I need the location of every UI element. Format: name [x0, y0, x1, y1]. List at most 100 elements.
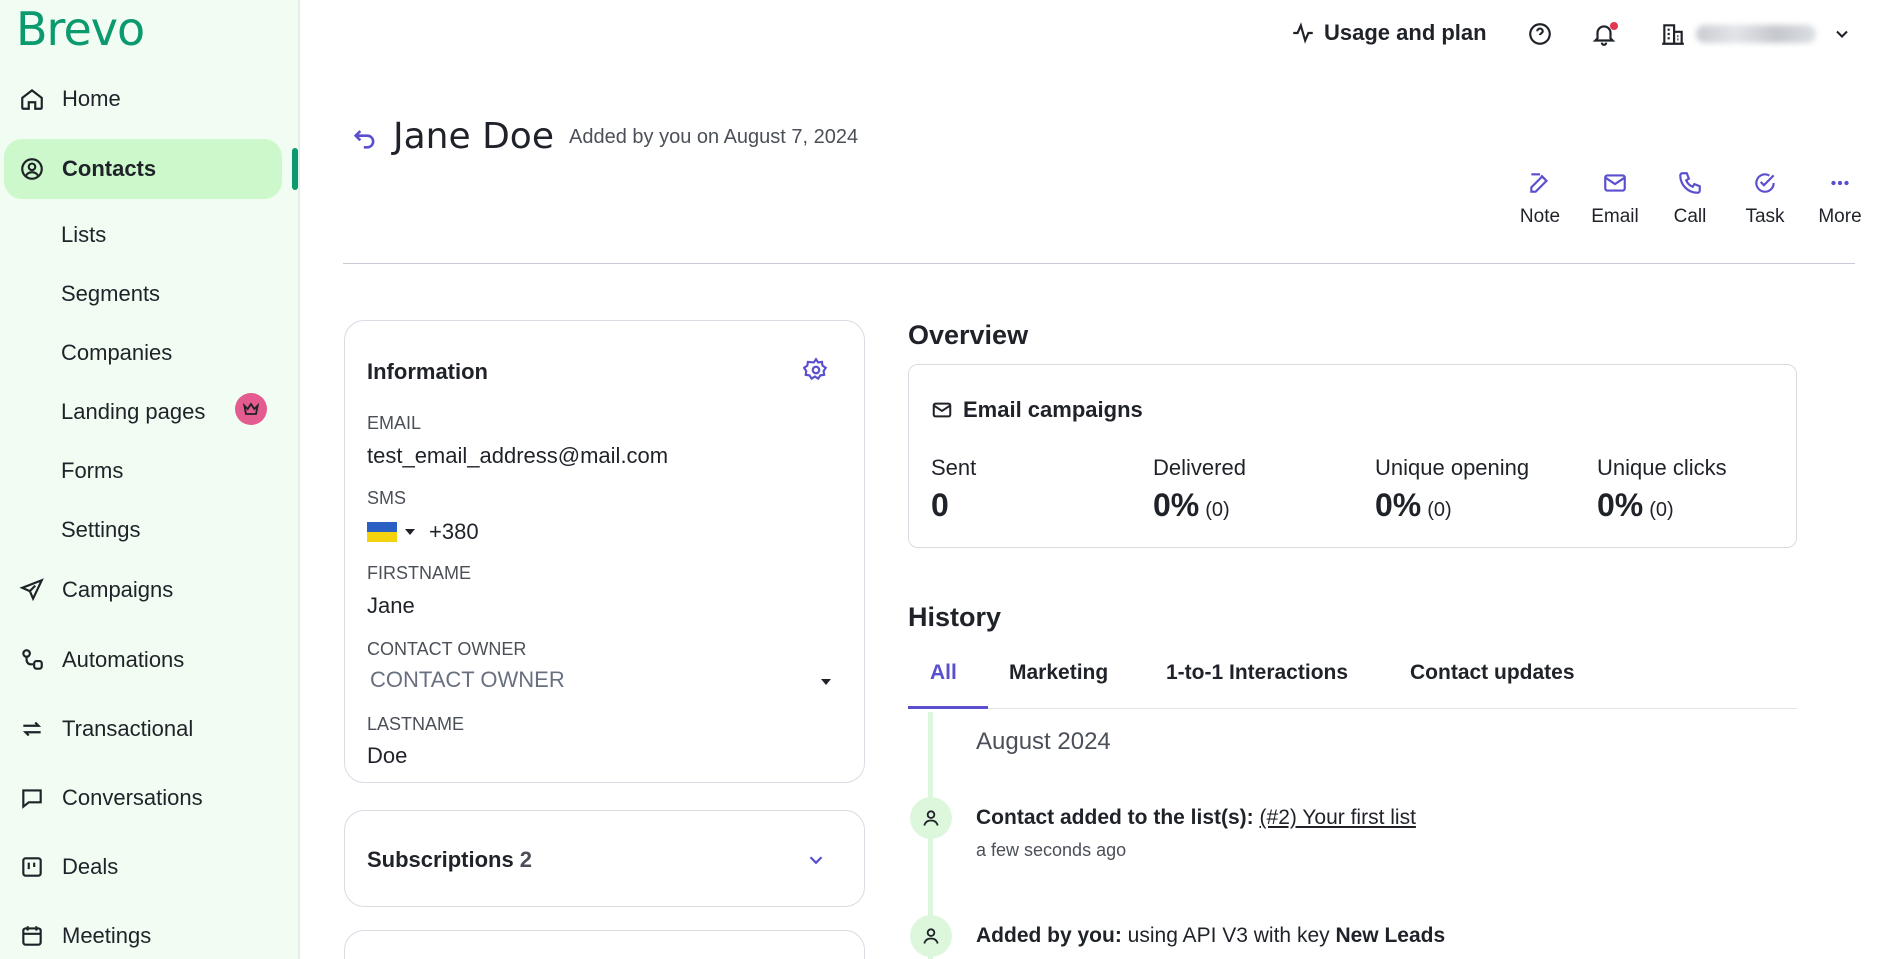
- firstname-value: Jane: [367, 593, 415, 618]
- stat-count: (0): [1427, 499, 1452, 521]
- timeline-user-icon: [910, 797, 952, 839]
- task-label: Task: [1745, 206, 1785, 227]
- country-caret-icon: [405, 529, 415, 535]
- usage-and-plan-button[interactable]: Usage and plan: [1290, 20, 1487, 46]
- event-list-link[interactable]: (#2) Your first list: [1260, 806, 1416, 829]
- check-circle-icon: [1755, 173, 1775, 193]
- firstname-label: FIRSTNAME: [367, 563, 472, 583]
- contact-owner-placeholder: CONTACT OWNER: [370, 667, 565, 692]
- task-button[interactable]: Task: [1725, 170, 1805, 228]
- stat-count: (0): [1205, 499, 1230, 521]
- chevron-down-icon: [809, 856, 823, 865]
- crown-icon: [235, 393, 267, 425]
- sidebar-item-campaigns[interactable]: Campaigns: [0, 560, 300, 620]
- phone-icon: [1679, 172, 1701, 194]
- help-icon: [1529, 23, 1551, 45]
- information-card: Information EMAIL test_email_address@mai…: [344, 320, 865, 783]
- sidebar-item-deals[interactable]: Deals: [0, 837, 300, 897]
- account-name-blurred: [1696, 25, 1816, 43]
- chevron-down-icon: [1836, 30, 1848, 38]
- stat-value: 0: [931, 487, 949, 523]
- envelope-icon: [932, 402, 952, 418]
- sidebar-sub-forms[interactable]: Forms: [61, 458, 123, 484]
- history-month: August 2024: [976, 728, 1111, 755]
- tab-marketing[interactable]: Marketing: [1009, 661, 1108, 685]
- help-button[interactable]: [1527, 21, 1553, 47]
- sidebar-sub-lists[interactable]: Lists: [61, 222, 106, 248]
- stat-delivered: Delivered 0% (0): [1153, 455, 1246, 524]
- notification-dot: [1610, 22, 1618, 30]
- sidebar-item-label: Campaigns: [62, 577, 174, 602]
- sidebar-item-label: Home: [62, 86, 121, 111]
- arrows-icon: [17, 714, 47, 744]
- collapsed-card[interactable]: [344, 930, 865, 959]
- event-key-name: New Leads: [1335, 924, 1446, 947]
- event-text: using API V3 with key: [1121, 924, 1336, 947]
- sms-value: +380: [429, 519, 479, 544]
- contact-owner-select[interactable]: CONTACT OWNER: [367, 667, 845, 697]
- sidebar-item-automations[interactable]: Automations: [0, 630, 300, 690]
- sidebar-item-label: Deals: [62, 854, 119, 879]
- sidebar-sub-segments[interactable]: Segments: [61, 281, 160, 307]
- tab-all[interactable]: All: [930, 661, 957, 685]
- stat-label: Unique clicks: [1597, 455, 1727, 480]
- email-button[interactable]: Email: [1575, 170, 1655, 228]
- sidebar-sub-companies[interactable]: Companies: [61, 340, 172, 366]
- building-icon: [1662, 24, 1684, 45]
- sidebar-item-label: Conversations: [62, 785, 203, 810]
- tab-contact-updates[interactable]: Contact updates: [1410, 661, 1575, 685]
- notifications-button[interactable]: [1591, 21, 1618, 47]
- stat-label: Delivered: [1153, 455, 1246, 480]
- call-button[interactable]: Call: [1650, 170, 1730, 228]
- lastname-label: LASTNAME: [367, 714, 465, 734]
- more-dots-icon: [1831, 180, 1849, 186]
- usage-label: Usage and plan: [1324, 20, 1487, 45]
- subscriptions-count: 2: [519, 847, 532, 872]
- stat-sent: Sent 0: [931, 455, 976, 524]
- stat-count: (0): [1649, 499, 1674, 521]
- caret-down-icon: [821, 679, 831, 685]
- gear-icon[interactable]: [803, 357, 829, 383]
- chat-icon: [17, 783, 47, 813]
- contact-actions: Note Email Call Task More: [1500, 170, 1880, 240]
- email-value: test_email_address@mail.com: [367, 443, 669, 468]
- call-label: Call: [1673, 206, 1707, 227]
- stat-label: Sent: [931, 455, 977, 480]
- account-menu[interactable]: [1660, 21, 1852, 47]
- note-label: Note: [1519, 206, 1561, 227]
- stat-value: 0%: [1597, 487, 1644, 523]
- overview-title: Overview: [908, 320, 1029, 350]
- more-button[interactable]: More: [1800, 170, 1880, 228]
- sms-field[interactable]: +380: [367, 519, 479, 545]
- automation-icon: [17, 645, 47, 675]
- sidebar-item-conversations[interactable]: Conversations: [0, 768, 300, 828]
- subscriptions-label: Subscriptions: [367, 847, 514, 872]
- event-time: a few seconds ago: [976, 840, 1127, 860]
- envelope-icon: [1604, 174, 1626, 192]
- sidebar-item-contacts[interactable]: Contacts: [4, 139, 282, 199]
- note-button[interactable]: Note: [1500, 170, 1580, 228]
- header-divider: [343, 263, 1855, 264]
- sidebar-item-transactional[interactable]: Transactional: [0, 699, 300, 759]
- sidebar-sub-landing-pages[interactable]: Landing pages: [61, 399, 205, 425]
- email-campaigns-card: Email campaigns Sent 0 Delivered 0% (0) U…: [908, 364, 1797, 548]
- event-title: Contact added to the list(s):: [976, 806, 1254, 829]
- active-tab-underline: [908, 706, 988, 709]
- contact-name: Jane Doe: [393, 116, 554, 157]
- tab-1-to-1-interactions[interactable]: 1-to-1 Interactions: [1166, 661, 1348, 685]
- history-title: History: [908, 602, 1002, 632]
- brevo-logo[interactable]: Brevo: [16, 2, 145, 56]
- subscriptions-card[interactable]: Subscriptions 2: [344, 810, 865, 907]
- lastname-value: Doe: [367, 743, 408, 768]
- sidebar-item-label: Meetings: [62, 923, 152, 948]
- sidebar-item-label: Contacts: [62, 156, 157, 181]
- board-icon: [17, 852, 47, 882]
- back-icon[interactable]: [351, 124, 379, 152]
- edit-icon: [1530, 173, 1549, 193]
- subscriptions-title: Subscriptions 2: [367, 847, 532, 873]
- ukraine-flag-icon[interactable]: [367, 522, 397, 542]
- sidebar-item-meetings[interactable]: Meetings: [0, 906, 300, 959]
- history-tabs: All Marketing 1-to-1 Interactions Contac…: [908, 655, 1797, 709]
- sidebar-item-home[interactable]: Home: [0, 69, 300, 129]
- sidebar-sub-settings[interactable]: Settings: [61, 517, 141, 543]
